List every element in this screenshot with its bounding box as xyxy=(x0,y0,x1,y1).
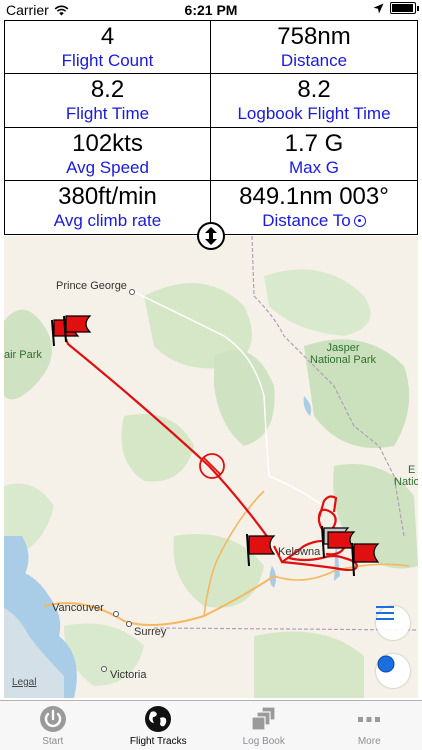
stats-grid: 4 Flight Count 758nm Distance 8.2 Flight… xyxy=(4,20,418,235)
current-location-button[interactable] xyxy=(376,654,410,688)
stat-label: Logbook Flight Time xyxy=(237,104,391,124)
stat-label: Avg climb rate xyxy=(53,210,162,230)
tab-more[interactable]: More xyxy=(317,701,422,750)
battery-icon xyxy=(390,2,419,14)
tab-label: Log Book xyxy=(242,736,285,747)
map-label-vancouver: Vancouver xyxy=(52,602,104,614)
stat-label: Flight Time xyxy=(65,104,150,124)
stat-value: 380ft/min xyxy=(58,182,157,210)
tab-flight-tracks[interactable]: Flight Tracks xyxy=(106,701,212,750)
map-forest xyxy=(254,631,364,698)
stat-label: Max G xyxy=(288,157,340,177)
stat-value: 4 xyxy=(100,23,115,50)
map-label-jasper: Jasper National Park xyxy=(310,342,376,366)
stat-flight-time: 8.2 Flight Time xyxy=(5,74,211,128)
stat-value: 1.7 G xyxy=(284,129,344,157)
stat-value: 758nm xyxy=(277,23,351,50)
city-dot xyxy=(113,611,119,617)
more-icon xyxy=(354,704,384,734)
map-label-edge-natio: Natio xyxy=(394,476,418,488)
map-road xyxy=(268,475,325,507)
target-icon xyxy=(353,214,366,227)
location-dot-icon xyxy=(377,655,395,673)
up-down-arrow-icon xyxy=(205,227,217,245)
city-dot xyxy=(101,666,107,672)
map-legal-link[interactable]: Legal xyxy=(12,677,36,688)
stat-label: Avg Speed xyxy=(66,157,149,177)
stat-avg-speed: 102kts Avg Speed xyxy=(5,127,211,181)
map-label-prince-george: Prince George xyxy=(56,280,127,292)
map-forest xyxy=(121,414,194,482)
flag-marker-icon xyxy=(51,315,92,347)
stat-value: 102kts xyxy=(72,129,143,157)
map-label-edge-e: E xyxy=(408,464,416,476)
map-canvas xyxy=(4,236,418,698)
tab-log-book[interactable]: Log Book xyxy=(211,701,317,750)
map-label-surrey: Surrey xyxy=(134,626,167,638)
location-arrow-icon xyxy=(373,3,384,13)
stat-distance-to[interactable]: 849.1nm 003° Distance To xyxy=(211,181,417,234)
stat-logbook-flight-time: 8.2 Logbook Flight Time xyxy=(211,74,417,128)
power-icon xyxy=(38,704,68,734)
status-bar: Carrier 6:21 PM xyxy=(0,0,422,20)
status-time: 6:21 PM xyxy=(184,2,238,18)
stack-icon xyxy=(249,704,279,734)
tab-label: Start xyxy=(42,736,64,747)
flag-marker-icon xyxy=(351,542,380,577)
stat-value: 8.2 xyxy=(297,76,331,104)
map-lake xyxy=(303,396,312,416)
globe-icon xyxy=(143,704,173,734)
map-label-jasper-line2: National Park xyxy=(310,354,377,366)
map-label-kelowna: Kelowna xyxy=(278,546,321,558)
map-layers-button[interactable] xyxy=(376,606,410,640)
tab-start[interactable]: Start xyxy=(0,701,106,750)
stat-distance: 758nm Distance xyxy=(211,21,417,75)
stat-value: 849.1nm 003° xyxy=(239,182,389,210)
map-label-air-park: air Park xyxy=(4,349,42,361)
menu-lines-icon xyxy=(376,606,394,620)
stat-label: Distance To xyxy=(262,210,351,230)
stat-label: Distance xyxy=(280,51,348,70)
stat-label: Flight Count xyxy=(61,51,154,70)
track-midpoint-marker xyxy=(199,453,225,479)
tab-label: Flight Tracks xyxy=(129,736,187,747)
tab-bar: Start Flight Tracks Log Book More xyxy=(0,700,422,750)
status-right xyxy=(373,2,419,14)
stat-label-wrap: Distance To xyxy=(211,211,417,231)
city-dot xyxy=(126,621,132,627)
stat-max-g: 1.7 G Max G xyxy=(211,128,417,181)
resize-handle[interactable] xyxy=(197,222,225,250)
tab-label: More xyxy=(357,736,381,747)
city-dot xyxy=(129,289,135,295)
map-view[interactable]: Prince George air Park Jasper National Pa… xyxy=(4,236,418,698)
stat-value: 8.2 xyxy=(90,76,125,104)
stat-avg-climb-rate: 380ft/min Avg climb rate xyxy=(5,180,211,234)
map-label-victoria: Victoria xyxy=(110,669,147,681)
stat-flight-count: 4 Flight Count xyxy=(5,21,211,75)
map-label-jasper-line1: Jasper xyxy=(326,342,360,354)
map-forest xyxy=(264,269,371,336)
battery-fill xyxy=(392,4,413,12)
